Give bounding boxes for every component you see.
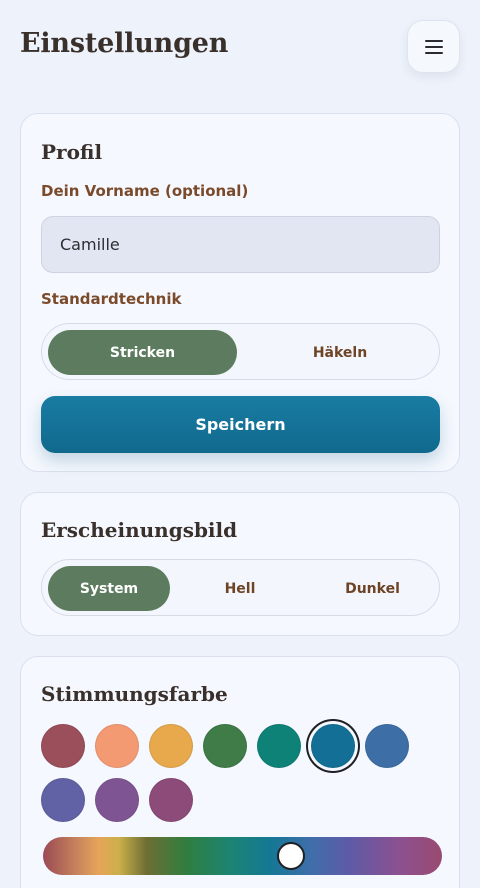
hamburger-icon xyxy=(424,39,443,54)
technique-label: Standardtechnik xyxy=(41,290,182,308)
technique-option-stricken[interactable]: Stricken xyxy=(48,330,237,375)
name-label: Dein Vorname (optional) xyxy=(41,182,249,200)
mood-title: Stimmungsfarbe xyxy=(41,682,228,706)
appearance-toggle: System Hell Dunkel xyxy=(41,559,440,616)
appearance-option-dunkel[interactable]: Dunkel xyxy=(310,566,435,611)
mood-card: Stimmungsfarbe xyxy=(20,656,460,888)
technique-option-haekeln[interactable]: Häkeln xyxy=(245,330,435,375)
color-swatch[interactable] xyxy=(95,724,139,768)
page-title: Einstellungen xyxy=(20,28,229,59)
color-swatch[interactable] xyxy=(149,724,193,768)
color-swatch[interactable] xyxy=(41,724,85,768)
save-button[interactable]: Speichern xyxy=(41,396,440,453)
color-swatch[interactable] xyxy=(41,778,85,822)
profile-title: Profil xyxy=(41,140,103,164)
name-input-value: Camille xyxy=(60,235,120,254)
menu-button[interactable] xyxy=(407,20,460,73)
color-swatch[interactable] xyxy=(95,778,139,822)
color-swatch[interactable] xyxy=(365,724,409,768)
profile-card: Profil Dein Vorname (optional) Camille S… xyxy=(20,113,460,472)
color-swatch[interactable] xyxy=(149,778,193,822)
name-input[interactable]: Camille xyxy=(41,216,440,273)
color-swatch[interactable] xyxy=(203,724,247,768)
appearance-option-hell[interactable]: Hell xyxy=(178,566,302,611)
hue-slider[interactable] xyxy=(43,837,442,875)
appearance-card: Erscheinungsbild System Hell Dunkel xyxy=(20,492,460,636)
color-swatch[interactable] xyxy=(311,724,355,768)
technique-toggle: Stricken Häkeln xyxy=(41,323,440,380)
appearance-title: Erscheinungsbild xyxy=(41,518,238,542)
color-swatch[interactable] xyxy=(257,724,301,768)
hue-slider-thumb[interactable] xyxy=(276,842,305,870)
appearance-option-system[interactable]: System xyxy=(48,566,170,611)
